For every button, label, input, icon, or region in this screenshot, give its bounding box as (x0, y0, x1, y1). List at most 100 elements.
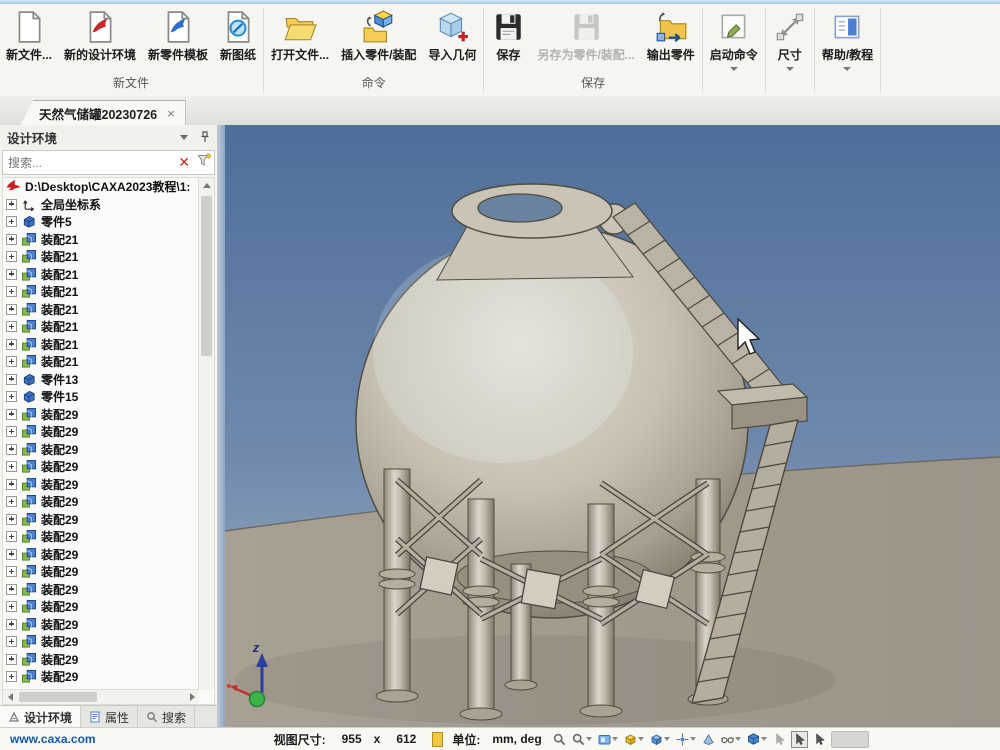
expand-toggle-icon[interactable] (6, 409, 17, 420)
tree-item[interactable]: 装配29 (3, 441, 199, 459)
help-tutorial-button[interactable]: 帮助/教程 (816, 7, 879, 74)
tree-item[interactable]: 装配29 (3, 528, 199, 546)
view-window-icon[interactable] (597, 732, 619, 747)
tree-item[interactable]: 装配29 (3, 616, 199, 634)
tree-item[interactable]: 装配21 (3, 248, 199, 266)
pick-icon[interactable] (812, 732, 827, 747)
search-clear-icon[interactable]: ✕ (174, 154, 194, 171)
pin-icon[interactable] (200, 131, 210, 143)
expand-toggle-icon[interactable] (6, 584, 17, 595)
expand-toggle-icon[interactable] (6, 496, 17, 507)
expand-toggle-icon[interactable] (6, 199, 17, 210)
expand-toggle-icon[interactable] (6, 601, 17, 612)
save-button[interactable]: 保存 (485, 7, 531, 66)
ghost-select-icon[interactable] (772, 732, 787, 747)
expand-toggle-icon[interactable] (6, 286, 17, 297)
panel-splitter[interactable] (218, 125, 225, 728)
tree-item[interactable]: 装配21 (3, 283, 199, 301)
expand-toggle-icon[interactable] (6, 549, 17, 560)
tab-properties[interactable]: 属性 (81, 706, 138, 728)
viewport-3d[interactable]: z (225, 125, 1000, 728)
tree-item[interactable]: 装配29 (3, 423, 199, 441)
tree-item[interactable]: 装配29 (3, 546, 199, 564)
expand-toggle-icon[interactable] (6, 374, 17, 385)
dimension-button[interactable]: 尺寸 (767, 7, 813, 74)
tree-item[interactable]: 零件13 (3, 371, 199, 389)
scroll-right-icon[interactable] (185, 690, 199, 704)
zoom-extents-icon[interactable] (571, 732, 593, 747)
scroll-up-icon[interactable] (199, 178, 214, 192)
display-style-icon[interactable] (649, 732, 671, 747)
expand-toggle-icon[interactable] (6, 461, 17, 472)
expand-toggle-icon[interactable] (6, 671, 17, 682)
expand-toggle-icon[interactable] (6, 426, 17, 437)
tree-item[interactable]: 装配29 (3, 406, 199, 424)
tree-item[interactable]: 装配29 (3, 563, 199, 581)
document-tab[interactable]: 天然气储罐20230726 × (20, 100, 186, 126)
insert-part-assembly-button[interactable]: 插入零件/装配 (335, 7, 422, 66)
scroll-left-icon[interactable] (3, 690, 17, 704)
perspective-icon[interactable] (720, 732, 742, 747)
tree-item[interactable]: 装配29 (3, 581, 199, 599)
expand-toggle-icon[interactable] (6, 304, 17, 315)
expand-toggle-icon[interactable] (6, 531, 17, 542)
filter-icon[interactable] (194, 153, 214, 172)
launch-command-button[interactable]: 启动命令 (704, 7, 764, 74)
expand-toggle-icon[interactable] (6, 479, 17, 490)
tree-item[interactable]: 装配29 (3, 511, 199, 529)
expand-toggle-icon[interactable] (6, 216, 17, 227)
tree-horizontal-scrollbar[interactable] (3, 689, 199, 704)
caxa-website-link[interactable]: www.caxa.com (10, 732, 96, 746)
expand-toggle-icon[interactable] (6, 654, 17, 665)
section-view-icon[interactable] (701, 732, 716, 747)
search-input[interactable] (3, 156, 174, 170)
tree-item[interactable]: 装配29 (3, 651, 199, 669)
tree-root-item[interactable]: D:\Desktop\CAXA2023教程\1: (3, 178, 199, 196)
expand-toggle-icon[interactable] (6, 339, 17, 350)
expand-toggle-icon[interactable] (6, 321, 17, 332)
locate-icon[interactable] (675, 732, 697, 747)
save-as-part-assembly-button[interactable]: 另存为零件/装配... (531, 7, 640, 66)
tree-item[interactable]: 装配21 (3, 336, 199, 354)
tree-item[interactable]: 装配29 (3, 633, 199, 651)
tree-item[interactable]: 装配21 (3, 231, 199, 249)
expand-toggle-icon[interactable] (6, 269, 17, 280)
tab-design-environment[interactable]: 设计环境 (0, 706, 81, 728)
expand-toggle-icon[interactable] (6, 619, 17, 630)
expand-toggle-icon[interactable] (6, 356, 17, 367)
tree-item[interactable]: 装配21 (3, 318, 199, 336)
expand-toggle-icon[interactable] (6, 391, 17, 402)
tree-item[interactable]: 装配21 (3, 353, 199, 371)
expand-toggle-icon[interactable] (6, 251, 17, 262)
new-design-environment-button[interactable]: 新的设计环境 (58, 7, 142, 66)
new-file-button[interactable]: 新文件... (0, 7, 58, 66)
tree-item[interactable]: 零件5 (3, 213, 199, 231)
render-mode-icon[interactable] (746, 732, 768, 747)
select-arrow-icon[interactable] (791, 731, 808, 748)
scrollbar-thumb[interactable] (201, 196, 212, 356)
tree-item[interactable]: 装配29 (3, 493, 199, 511)
tree-item[interactable]: 装配29 (3, 458, 199, 476)
new-drawing-button[interactable]: 新图纸 (214, 7, 262, 66)
tree-item[interactable]: 装配21 (3, 301, 199, 319)
expand-toggle-icon[interactable] (6, 234, 17, 245)
expand-toggle-icon[interactable] (6, 566, 17, 577)
tab-search[interactable]: 搜索 (138, 706, 195, 728)
tree-item[interactable]: 装配21 (3, 266, 199, 284)
tree-item[interactable]: 装配29 (3, 476, 199, 494)
tab-close-icon[interactable]: × (167, 106, 175, 121)
zoom-in-icon[interactable] (552, 732, 567, 747)
tree-item[interactable]: 装配29 (3, 668, 199, 686)
tree-item[interactable]: 全局坐标系 (3, 196, 199, 214)
panel-dropdown-icon[interactable] (180, 135, 188, 140)
new-part-template-button[interactable]: 新零件模板 (142, 7, 214, 66)
isolate-icon[interactable] (623, 732, 645, 747)
import-geometry-button[interactable]: 导入几何 (422, 7, 482, 66)
expand-toggle-icon[interactable] (6, 636, 17, 647)
tree-item[interactable]: 零件15 (3, 388, 199, 406)
expand-toggle-icon[interactable] (6, 514, 17, 525)
scrollbar-thumb[interactable] (19, 692, 97, 702)
open-file-button[interactable]: 打开文件... (265, 7, 335, 66)
expand-toggle-icon[interactable] (6, 444, 17, 455)
export-part-button[interactable]: 输出零件 (641, 7, 701, 66)
